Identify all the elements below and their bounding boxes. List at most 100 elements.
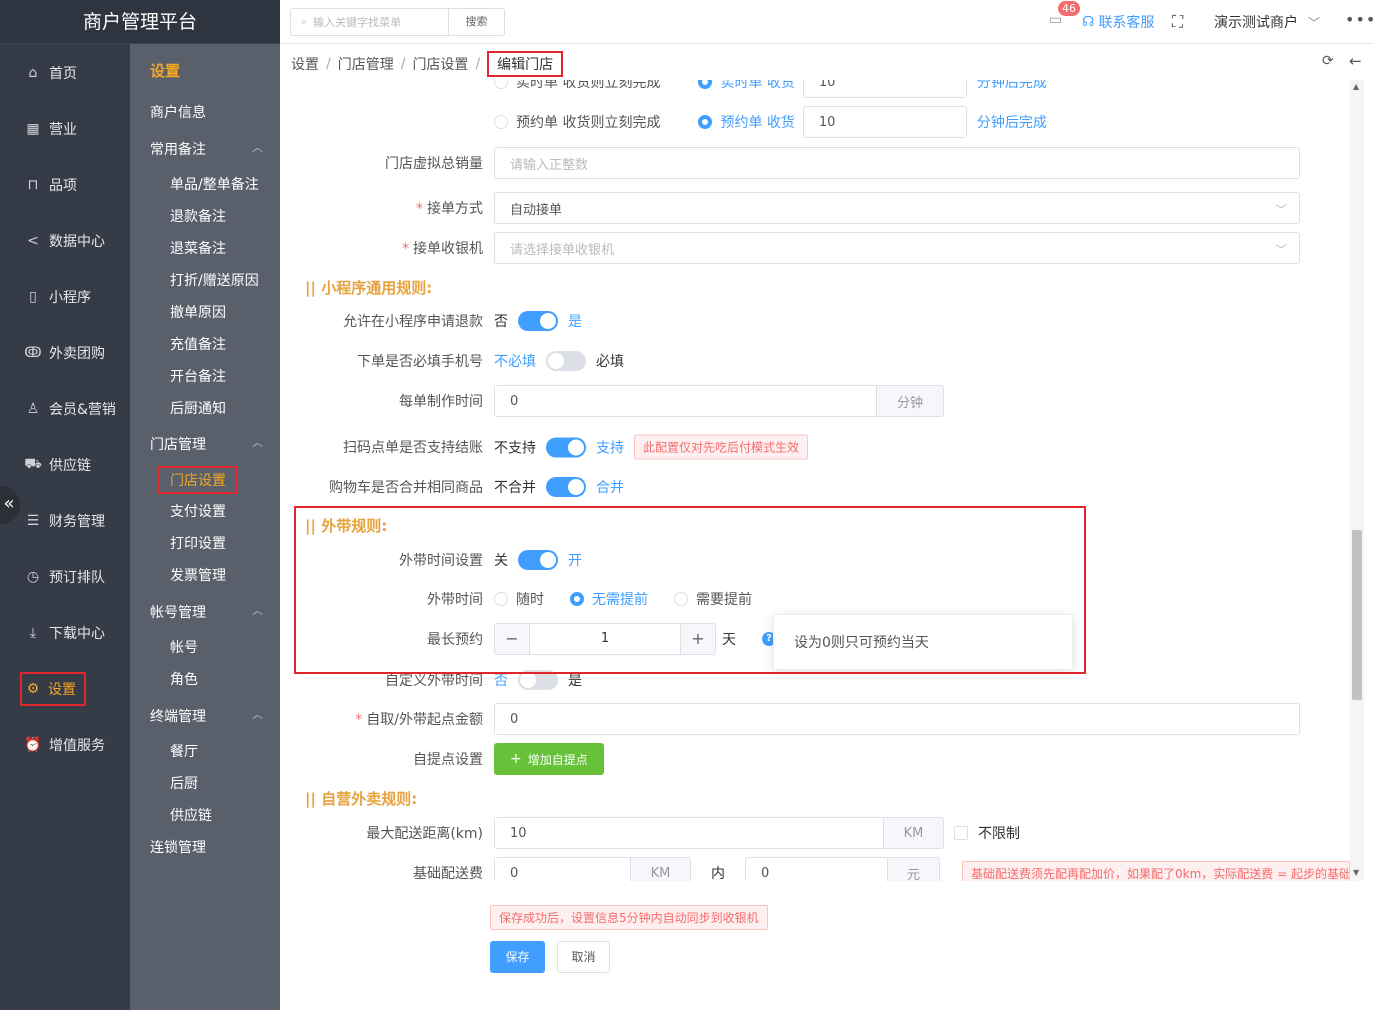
breadcrumb-item[interactable]: 门店设置 [412,54,468,74]
subnav-group-terminal[interactable]: 终端管理 ︿ [150,706,263,726]
max-distance-input[interactable]: 10 [494,817,884,849]
subnav-item-notes-4[interactable]: 打折/赠送原因 [170,270,259,290]
search-icon: ⌕ [301,15,308,28]
radio-reservation-immediate[interactable]: 预约单 收货则立刻完成 [494,112,660,132]
cart-merge-switch[interactable] [546,477,586,497]
section-title-self-delivery: || 自营外卖规则: [305,790,418,808]
reservation-order-row: 预约单 收货则立刻完成 预约单 收货 10 分钟后完成 [293,102,1350,142]
base-fee-row: 基础配送费 0 KM 内 0 元 基础配送费须先配再配加价，如果配了0km，实际… [293,853,1350,881]
takeout-rules-highlight [294,506,1086,674]
section-title-mini-program: || 小程序通用规则: [305,279,433,297]
cancel-button[interactable]: 取消 [557,941,610,973]
chevron-down-icon: ﹀ [1274,203,1287,217]
subnav-item-notes-8[interactable]: 后厨通知 [170,398,226,418]
subnav-item-restaurant[interactable]: 餐厅 [170,741,198,761]
subnav-item-notes-6[interactable]: 充值备注 [170,334,226,354]
form-scrollbar[interactable]: ▲ ▼ [1350,80,1364,881]
subnav-merchant-info[interactable]: 商户信息 [150,102,206,122]
subnav-item-kitchen[interactable]: 后厨 [170,773,198,793]
database-icon: ☰ [26,513,40,529]
user-menu[interactable]: 演示测试商户 ﹀ [1214,12,1320,32]
radio-realtime-delay[interactable]: 实时单 收货 [698,80,795,92]
subnav-item-notes-2[interactable]: 退款备注 [170,206,226,226]
accept-cashier-select[interactable]: 请选择接单收银机 ﹀ [494,232,1300,264]
subnav-group-store[interactable]: 门店管理 ︿ [150,434,263,454]
max-distance-row: 最大配送距离(km) 10 KM 不限制 [293,813,1350,853]
save-sync-hint: 保存成功后，设置信息5分钟内自动同步到收银机 [490,905,768,930]
search-input[interactable]: ⌕ 输入关键字找菜单 [291,9,448,35]
share-icon: < [27,233,39,249]
menu-search: ⌕ 输入关键字找菜单 搜索 [290,8,505,36]
subnav-item-payment-settings[interactable]: 支付设置 [170,501,226,521]
subnav-item-notes-5[interactable]: 撤单原因 [170,302,226,322]
no-limit-checkbox[interactable] [954,826,968,840]
nav-item-takeout[interactable]: ↂ 外卖团购 [0,333,130,373]
nav-item-supply-chain[interactable]: ⛟ 供应链 [0,445,130,485]
chevron-up-icon: ︿ [252,708,263,721]
nav-item-download[interactable]: ⤓ 下载中心 [0,613,130,653]
chevron-up-icon: ︿ [252,436,263,449]
search-button[interactable]: 搜索 [448,9,504,35]
add-pickup-point-button[interactable]: + 增加自提点 [494,743,604,775]
subnav-item-print-settings[interactable]: 打印设置 [170,533,226,553]
phone-required-switch[interactable] [546,351,586,371]
clock-icon: ◷ [26,569,40,585]
accept-mode-select[interactable]: 自动接单 ﹀ [494,192,1300,224]
chevron-up-icon: ︿ [252,141,263,154]
subnav-item-notes-3[interactable]: 退菜备注 [170,238,226,258]
nav-item-settings[interactable]: ⚙ 设置 [20,672,86,706]
pickup-points-row: 自提点设置 + 增加自提点 [293,739,1350,779]
nav-item-products[interactable]: ⊓ 品项 [0,165,130,205]
nav-item-home[interactable]: ⌂ 首页 [0,53,130,93]
cart-merge-row: 购物车是否合并相同商品 不合并 合并 [293,467,1350,507]
calendar-icon: ▦ [26,121,40,137]
app-title: 商户管理平台 [0,0,280,44]
min-amount-input[interactable]: 0 [494,703,1300,735]
phone-icon: ▯ [29,289,37,305]
subnav-item-notes-7[interactable]: 开台备注 [170,366,226,386]
subnav-item-account[interactable]: 帐号 [170,637,198,657]
subnav-item-supply[interactable]: 供应链 [170,805,212,825]
scan-checkout-row: 扫码点单是否支持结账 不支持 支持 此配置仅对先吃后付模式生效 [293,427,1350,467]
base-fee-km-input[interactable]: 0 [494,857,631,881]
bag-icon: ⊓ [27,177,39,193]
subnav-group-common-notes[interactable]: 常用备注 ︿ [150,139,263,159]
nav-item-business[interactable]: ▦ 营业 [0,109,130,149]
secondary-sidebar: 设置 商户信息 常用备注 ︿ 单品/整单备注 退款备注 退菜备注 打折/赠送原因 … [130,44,280,1010]
virtual-sales-input[interactable]: 请输入正整数 [494,147,1300,179]
fullscreen-icon[interactable]: ⛶ [1172,12,1183,32]
nav-item-reservation[interactable]: ◷ 预订排队 [0,557,130,597]
nav-item-data-center[interactable]: < 数据中心 [0,221,130,261]
radio-realtime-immediate[interactable]: 实时单 收货则立刻完成 [494,80,660,92]
subnav-item-invoice[interactable]: 发票管理 [170,565,226,585]
back-arrow-icon[interactable]: ← [1349,52,1362,70]
make-time-input[interactable]: 0 [494,385,877,417]
realtime-minutes-input[interactable]: 10 [802,80,967,98]
refund-switch[interactable] [518,311,558,331]
subnav-item-notes-1[interactable]: 单品/整单备注 [170,174,259,194]
bike-icon: ↂ [24,345,42,361]
refresh-icon[interactable]: ⟳ [1322,53,1334,69]
nav-item-members[interactable]: ♙ 会员&营销 [0,389,130,429]
radio-reservation-delay[interactable]: 预约单 收货 [698,112,795,132]
subnav-chain[interactable]: 连锁管理 [150,837,206,857]
contact-service-link[interactable]: ☊ 联系客服 [1082,12,1154,32]
breadcrumb-item[interactable]: 门店管理 [338,54,394,74]
reservation-minutes-input[interactable]: 10 [802,106,967,138]
subnav-group-account[interactable]: 帐号管理 ︿ [150,602,263,622]
breadcrumb-item[interactable]: 设置 [291,54,319,74]
headset-icon: ☊ [1082,14,1095,30]
more-icon[interactable]: ••• [1345,10,1374,29]
base-fee-amount-input[interactable]: 0 [745,857,888,881]
subnav-item-store-settings[interactable]: 门店设置 [158,466,238,494]
scan-checkout-switch[interactable] [546,437,586,457]
download-icon: ⤓ [29,625,37,641]
nav-item-miniprogram[interactable]: ▯ 小程序 [0,277,130,317]
breadcrumb-current: 编辑门店 [487,51,564,77]
save-button[interactable]: 保存 [490,941,545,973]
gear-icon: ⚙ [26,681,40,697]
accept-cashier-row: * 接单收银机 请选择接单收银机 ﹀ [293,228,1350,268]
nav-item-value-added[interactable]: ⏰ 增值服务 [0,725,130,765]
subnav-item-role[interactable]: 角色 [170,669,198,689]
breadcrumb: 设置 / 门店管理 / 门店设置 / 编辑门店 [291,51,564,77]
